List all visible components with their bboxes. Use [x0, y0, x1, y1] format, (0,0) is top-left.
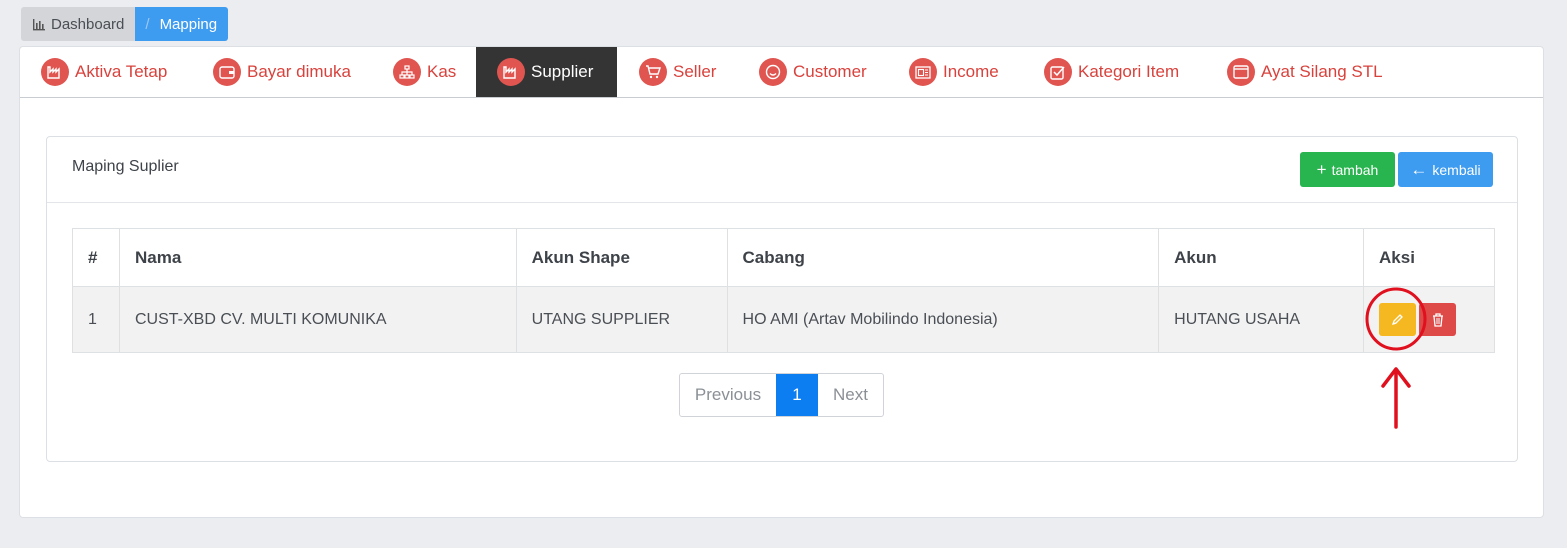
column-header-cabang: Cabang	[726, 228, 1160, 287]
breadcrumb-dashboard-label: Dashboard	[51, 15, 125, 33]
panel-title: Maping Suplier	[72, 158, 179, 175]
tab-kas[interactable]: Kas	[393, 47, 456, 97]
table-row: 1 CUST-XBD CV. MULTI KOMUNIKA UTANG SUPP…	[72, 286, 1495, 353]
breadcrumb: Dashboard / Mapping	[21, 7, 229, 41]
cell-akun-shape: UTANG SUPPLIER	[515, 286, 728, 353]
tab-label: Kas	[427, 62, 457, 81]
pagination: Previous 1 Next	[679, 373, 884, 417]
tab-ayat-silang-stl[interactable]: Ayat Silang STL	[1227, 47, 1383, 97]
tab-label: Customer	[793, 62, 867, 81]
add-button[interactable]: + tambah	[1300, 152, 1395, 187]
back-button[interactable]: ← kembali	[1398, 152, 1493, 187]
tab-customer[interactable]: Customer	[759, 47, 867, 97]
cell-akun: HUTANG USAHA	[1158, 286, 1365, 353]
supplier-mapping-panel: Maping Suplier + tambah ← kembali # Nama…	[46, 136, 1518, 462]
pencil-icon	[1392, 314, 1403, 326]
breadcrumb-dashboard[interactable]: Dashboard	[21, 7, 136, 41]
trash-icon	[1432, 312, 1443, 327]
tab-income[interactable]: Income	[909, 47, 999, 97]
tab-supplier[interactable]: Supplier	[476, 47, 617, 97]
cell-actions	[1363, 286, 1495, 353]
tab-bar: Aktiva Tetap Bayar dimuka Kas Supplier S…	[20, 47, 1543, 98]
bar-chart-icon	[33, 18, 45, 30]
factory-icon	[497, 58, 525, 86]
table-header-row: # Nama Akun Shape Cabang Akun Aksi	[72, 228, 1495, 287]
column-header-nama: Nama	[118, 228, 517, 287]
panel-header: Maping Suplier + tambah ← kembali	[47, 137, 1517, 203]
pagination-page-1[interactable]: 1	[776, 374, 818, 416]
tab-seller[interactable]: Seller	[639, 47, 716, 97]
sitemap-icon	[393, 58, 421, 86]
cell-cabang: HO AMI (Artav Mobilindo Indonesia)	[726, 286, 1160, 353]
breadcrumb-separator: /	[145, 15, 150, 33]
checkbox-icon	[1044, 58, 1072, 86]
tab-bayar-dimuka[interactable]: Bayar dimuka	[213, 47, 351, 97]
smile-icon	[759, 58, 787, 86]
breadcrumb-mapping-label: Mapping	[159, 15, 218, 33]
cart-icon	[639, 58, 667, 86]
factory-icon	[41, 58, 69, 86]
money-icon	[909, 58, 937, 86]
column-header-aksi: Aksi	[1363, 228, 1495, 287]
tab-aktiva-tetap[interactable]: Aktiva Tetap	[41, 47, 167, 97]
breadcrumb-mapping: / Mapping	[135, 7, 229, 41]
column-header-number: #	[72, 228, 120, 287]
plus-icon: +	[1316, 159, 1327, 179]
pagination-previous[interactable]: Previous	[680, 374, 776, 416]
supplier-mapping-table: # Nama Akun Shape Cabang Akun Aksi 1 CUS…	[72, 228, 1495, 353]
tab-label: Aktiva Tetap	[75, 62, 168, 81]
column-header-akun: Akun	[1158, 228, 1365, 287]
tab-label: Income	[943, 62, 999, 81]
arrow-left-icon: ←	[1410, 159, 1428, 179]
tab-label: Bayar dimuka	[247, 62, 351, 81]
cell-nama: CUST-XBD CV. MULTI KOMUNIKA	[118, 286, 517, 353]
tab-label: Seller	[673, 62, 717, 81]
add-button-label: tambah	[1331, 161, 1379, 178]
window-icon	[1227, 58, 1255, 86]
tab-label: Kategori Item	[1078, 62, 1180, 81]
back-button-label: kembali	[1432, 161, 1481, 178]
wallet-icon	[213, 58, 241, 86]
column-header-akun-shape: Akun Shape	[515, 228, 728, 287]
tab-label: Supplier	[531, 62, 594, 81]
cell-number: 1	[72, 286, 120, 353]
tab-kategori-item[interactable]: Kategori Item	[1044, 47, 1179, 97]
pagination-next[interactable]: Next	[818, 374, 883, 416]
delete-button[interactable]	[1419, 303, 1457, 336]
edit-button[interactable]	[1379, 303, 1417, 336]
tab-label: Ayat Silang STL	[1261, 62, 1383, 81]
mapping-card: Aktiva Tetap Bayar dimuka Kas Supplier S…	[19, 46, 1544, 518]
